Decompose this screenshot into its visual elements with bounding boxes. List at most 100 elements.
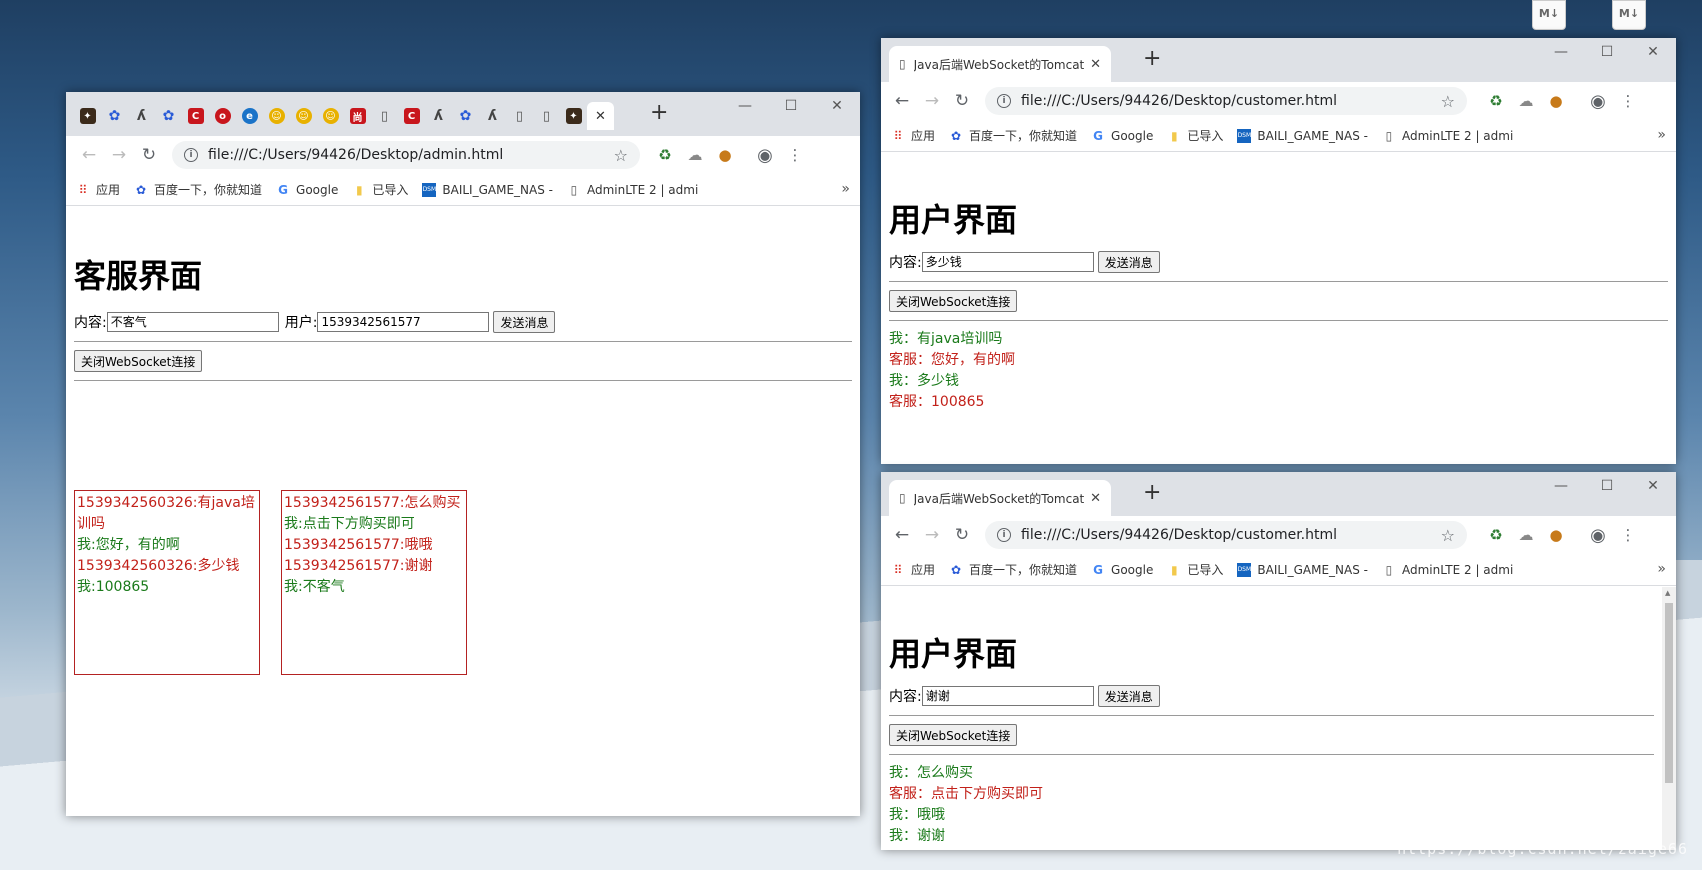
bookmark-star-icon[interactable]: ☆ <box>614 146 628 165</box>
cookie-icon[interactable]: ● <box>710 146 740 164</box>
send-button[interactable]: 发送消息 <box>1097 685 1160 707</box>
tab-pinned[interactable]: ʎ <box>425 102 452 130</box>
minimize-button[interactable]: — <box>722 96 768 116</box>
profile-icon[interactable]: ◉ <box>1583 525 1613 546</box>
forward-button[interactable]: → <box>917 91 947 111</box>
scrollbar-thumb[interactable] <box>1665 603 1673 783</box>
bookmark-nas[interactable]: DSM BAILI_GAME_NAS - <box>1237 128 1368 143</box>
minimize-button[interactable]: — <box>1538 476 1584 496</box>
back-button[interactable]: ← <box>887 525 917 545</box>
bookmark-google[interactable]: G Google <box>1091 129 1153 143</box>
close-websocket-button[interactable]: 关闭WebSocket连接 <box>889 724 1018 746</box>
send-button[interactable]: 发送消息 <box>1097 251 1160 273</box>
close-websocket-button[interactable]: 关闭WebSocket连接 <box>889 290 1018 312</box>
tab-pinned[interactable]: o <box>209 102 236 130</box>
extension-icon[interactable]: ♻ <box>650 146 680 164</box>
info-icon[interactable]: i <box>184 148 198 162</box>
content-input[interactable]: 不客气 <box>106 312 279 332</box>
tab-pinned[interactable]: ✦ <box>74 102 101 130</box>
back-button[interactable]: ← <box>887 91 917 111</box>
cookie-icon[interactable]: ● <box>1541 92 1571 110</box>
forward-button[interactable]: → <box>104 145 134 165</box>
profile-icon[interactable]: ◉ <box>1583 91 1613 112</box>
reload-button[interactable]: ↻ <box>947 525 977 545</box>
tab-pinned[interactable]: ʎ <box>479 102 506 130</box>
bookmark-adminlte[interactable]: ▯ AdminLTE 2 | admi <box>1382 563 1514 577</box>
bookmark-baidu[interactable]: ✿ 百度一下，你就知道 <box>134 181 262 198</box>
bookmark-apps[interactable]: ⠿ 应用 <box>891 561 935 578</box>
extension-icon[interactable]: ♻ <box>1481 526 1511 544</box>
markdown-file-icon[interactable]: M↓ <box>1532 0 1566 30</box>
cloud-extension-icon[interactable]: ☁ <box>680 146 710 164</box>
address-bar[interactable]: i file:///C:/Users/94426/Desktop/admin.h… <box>172 141 640 169</box>
bookmark-baidu[interactable]: ✿ 百度一下，你就知道 <box>949 561 1077 578</box>
cloud-extension-icon[interactable]: ☁ <box>1511 92 1541 110</box>
address-bar[interactable]: i file:///C:/Users/94426/Desktop/custome… <box>985 87 1467 115</box>
maximize-button[interactable]: ☐ <box>1584 476 1630 496</box>
new-tab-button[interactable]: + <box>1143 482 1161 504</box>
bookmark-google[interactable]: G Google <box>276 183 338 197</box>
info-icon[interactable]: i <box>997 94 1011 108</box>
tab-active[interactable]: ▯ Java后端WebSocket的Tomcat实 ✕ <box>889 46 1111 82</box>
send-button[interactable]: 发送消息 <box>493 311 556 333</box>
menu-icon[interactable]: ⋮ <box>1613 92 1643 110</box>
reload-button[interactable]: ↻ <box>947 91 977 111</box>
bookmark-imported[interactable]: ▮ 已导入 <box>1167 127 1223 144</box>
tab-pinned[interactable]: ▯ <box>371 102 398 130</box>
cloud-extension-icon[interactable]: ☁ <box>1511 526 1541 544</box>
close-websocket-button[interactable]: 关闭WebSocket连接 <box>74 350 203 372</box>
content-input[interactable]: 多少钱 <box>921 252 1094 272</box>
minimize-button[interactable]: — <box>1538 42 1584 62</box>
forward-button[interactable]: → <box>917 525 947 545</box>
bookmark-imported[interactable]: ▮ 已导入 <box>352 181 408 198</box>
tab-pinned[interactable]: e <box>236 102 263 130</box>
close-window-button[interactable]: ✕ <box>1630 42 1676 62</box>
close-tab-icon[interactable]: ✕ <box>1090 491 1101 506</box>
tab-pinned[interactable]: 尚 <box>344 102 371 130</box>
more-bookmarks-icon[interactable]: » <box>1657 561 1666 577</box>
cookie-icon[interactable]: ● <box>1541 526 1571 544</box>
bookmark-star-icon[interactable]: ☆ <box>1441 92 1455 111</box>
extension-icon[interactable]: ♻ <box>1481 92 1511 110</box>
new-tab-button[interactable]: + <box>650 102 668 124</box>
tab-pinned[interactable]: ʎ <box>128 102 155 130</box>
profile-icon[interactable]: ◉ <box>750 145 780 166</box>
close-tab-icon[interactable]: ✕ <box>1090 57 1101 72</box>
menu-icon[interactable]: ⋮ <box>1613 526 1643 544</box>
tab-active[interactable]: ▯ Java后端WebSocket的Tomcat实 ✕ <box>889 480 1111 516</box>
close-tab-icon[interactable]: ✕ <box>595 109 606 124</box>
tab-pinned[interactable]: ✿ <box>101 102 128 130</box>
tab-pinned[interactable]: ☺ <box>263 102 290 130</box>
back-button[interactable]: ← <box>74 145 104 165</box>
user-input[interactable]: 1539342561577 <box>317 312 490 332</box>
bookmark-baidu[interactable]: ✿ 百度一下，你就知道 <box>949 127 1077 144</box>
address-bar[interactable]: i file:///C:/Users/94426/Desktop/custome… <box>985 521 1467 549</box>
tab-pinned[interactable]: ☺ <box>317 102 344 130</box>
markdown-file-icon[interactable]: M↓ <box>1612 0 1646 30</box>
tab-pinned[interactable]: C <box>182 102 209 130</box>
tab-pinned[interactable]: ☺ <box>290 102 317 130</box>
bookmark-nas[interactable]: DSM BAILI_GAME_NAS - <box>1237 562 1368 577</box>
bookmark-star-icon[interactable]: ☆ <box>1441 526 1455 545</box>
bookmark-google[interactable]: G Google <box>1091 563 1153 577</box>
tab-pinned[interactable]: C <box>398 102 425 130</box>
maximize-button[interactable]: ☐ <box>768 96 814 116</box>
tab-pinned[interactable]: ✿ <box>452 102 479 130</box>
reload-button[interactable]: ↻ <box>134 145 164 165</box>
bookmark-nas[interactable]: DSM BAILI_GAME_NAS - <box>422 182 553 197</box>
vertical-scrollbar[interactable]: ▲ <box>1662 587 1676 850</box>
bookmark-imported[interactable]: ▮ 已导入 <box>1167 561 1223 578</box>
more-bookmarks-icon[interactable]: » <box>1657 127 1666 143</box>
bookmark-apps[interactable]: ⠿ 应用 <box>891 127 935 144</box>
close-window-button[interactable]: ✕ <box>814 96 860 116</box>
tab-active[interactable]: ✕ <box>587 102 614 130</box>
tab-pinned[interactable]: ▯ <box>506 102 533 130</box>
bookmark-adminlte[interactable]: ▯ AdminLTE 2 | admi <box>1382 129 1514 143</box>
more-bookmarks-icon[interactable]: » <box>841 181 850 197</box>
tab-pinned[interactable]: ✦ <box>560 102 587 130</box>
tab-pinned[interactable]: ✿ <box>155 102 182 130</box>
new-tab-button[interactable]: + <box>1143 48 1161 70</box>
menu-icon[interactable]: ⋮ <box>780 146 810 164</box>
tab-pinned[interactable]: ▯ <box>533 102 560 130</box>
maximize-button[interactable]: ☐ <box>1584 42 1630 62</box>
